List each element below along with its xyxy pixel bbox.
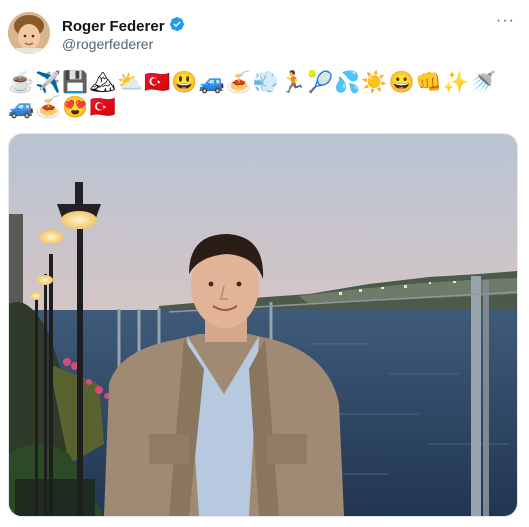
- avatar[interactable]: [8, 12, 50, 54]
- more-options-icon[interactable]: ···: [496, 12, 515, 30]
- display-name[interactable]: Roger Federer: [62, 18, 165, 35]
- tweet-text-line-2: 🚙🍝😍🇹🇷: [8, 96, 117, 119]
- tweet-photo[interactable]: [8, 133, 518, 517]
- handle[interactable]: @rogerfederer: [62, 36, 153, 52]
- tweet-text-line-1: ☕✈️💾🏔⛅🇹🇷😃🚙🍝💨🏃🎾💦☀️😀👊✨🚿: [8, 71, 498, 94]
- verified-badge-icon: [169, 16, 185, 37]
- author-name-row[interactable]: Roger Federer: [62, 16, 185, 37]
